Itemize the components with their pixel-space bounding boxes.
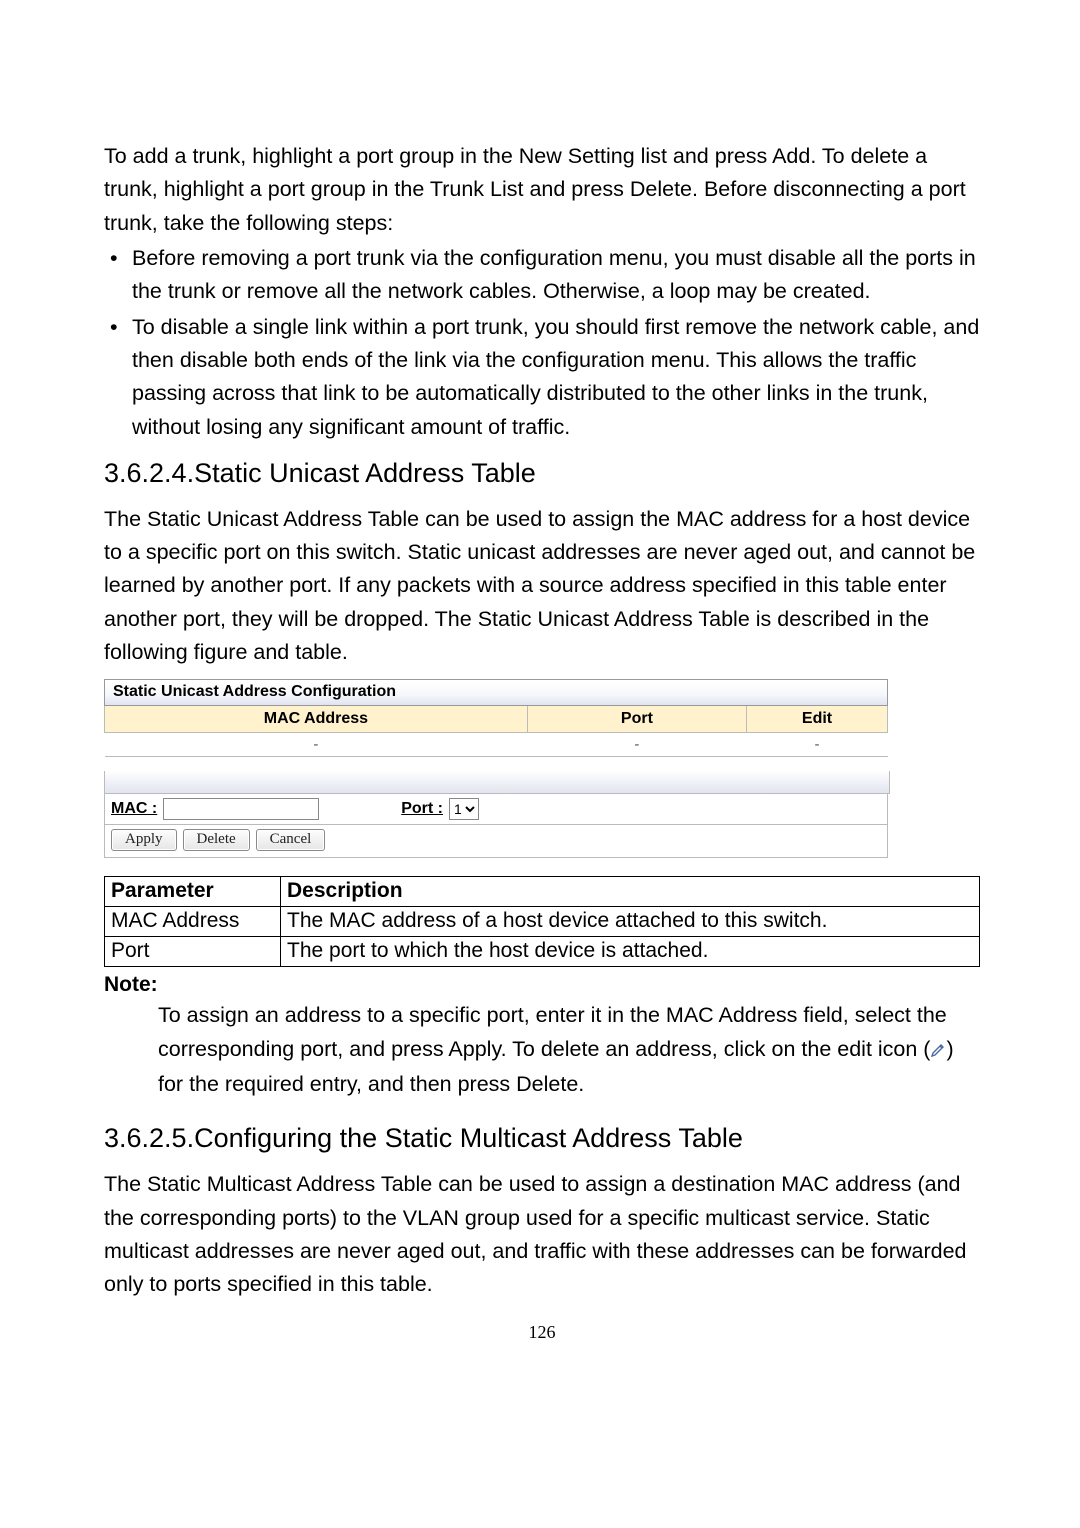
unicast-paragraph: The Static Unicast Address Table can be … (104, 503, 980, 670)
list-item: To disable a single link within a port t… (104, 311, 980, 444)
pencil-icon (930, 1035, 946, 1068)
config-table: MAC Address Port Edit - - - (104, 706, 888, 757)
col-mac-address: MAC Address (105, 706, 528, 733)
cell-param: MAC Address (105, 907, 281, 937)
cancel-button[interactable]: Cancel (256, 829, 326, 851)
port-label: Port : (401, 800, 443, 818)
table-row: - - - (105, 733, 888, 757)
delete-button[interactable]: Delete (183, 829, 250, 851)
cell-desc: The port to which the host device is att… (281, 937, 980, 967)
page-number: 126 (104, 1322, 980, 1343)
cell-port: - (527, 733, 746, 757)
table-row: Port The port to which the host device i… (105, 937, 980, 967)
port-select[interactable]: 1 (449, 798, 479, 820)
button-row: Apply Delete Cancel (104, 825, 888, 858)
col-edit: Edit (747, 706, 888, 733)
mac-input[interactable] (163, 798, 319, 820)
parameter-description-table: Parameter Description MAC Address The MA… (104, 876, 980, 967)
cell-edit: - (747, 733, 888, 757)
col-port: Port (527, 706, 746, 733)
apply-button[interactable]: Apply (111, 829, 177, 851)
section-heading-unicast: 3.6.2.4.Static Unicast Address Table (104, 458, 980, 489)
note-label: Note: (104, 973, 980, 997)
section-heading-multicast: 3.6.2.5.Configuring the Static Multicast… (104, 1123, 980, 1154)
mac-port-form-row: MAC : Port : 1 (104, 794, 888, 825)
note-text-before: To assign an address to a specific port,… (158, 1003, 947, 1060)
config-banner: Static Unicast Address Configuration (104, 679, 888, 706)
cell-desc: The MAC address of a host device attache… (281, 907, 980, 937)
steps-list: Before removing a port trunk via the con… (104, 242, 980, 444)
mac-label: MAC : (111, 800, 157, 818)
separator-strip (104, 771, 890, 794)
cell-param: Port (105, 937, 281, 967)
list-item: Before removing a port trunk via the con… (104, 242, 980, 309)
col-parameter: Parameter (105, 877, 281, 907)
table-row: MAC Address The MAC address of a host de… (105, 907, 980, 937)
multicast-paragraph: The Static Multicast Address Table can b… (104, 1168, 980, 1301)
intro-paragraph: To add a trunk, highlight a port group i… (104, 140, 980, 240)
note-body: To assign an address to a specific port,… (158, 999, 980, 1101)
cell-mac: - (105, 733, 528, 757)
unicast-config-figure: Static Unicast Address Configuration MAC… (104, 679, 888, 858)
col-description: Description (281, 877, 980, 907)
